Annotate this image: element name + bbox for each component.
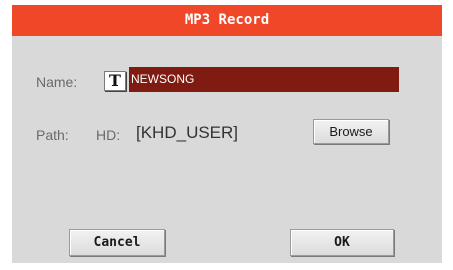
mp3-record-dialog: MP3 Record Name: T NEWSONG Path: HD: [KH… bbox=[12, 5, 442, 263]
name-field[interactable]: NEWSONG bbox=[129, 67, 399, 92]
ok-button[interactable]: OK bbox=[290, 229, 394, 256]
dialog-title: MP3 Record bbox=[12, 5, 442, 36]
name-label: Name: bbox=[36, 74, 78, 90]
drive-label: HD: bbox=[96, 127, 121, 143]
path-label: Path: bbox=[36, 127, 69, 143]
text-edit-icon[interactable]: T bbox=[104, 71, 126, 91]
browse-button[interactable]: Browse bbox=[313, 119, 389, 144]
path-value: [KHD_USER] bbox=[136, 123, 239, 142]
cancel-button[interactable]: Cancel bbox=[69, 229, 165, 256]
